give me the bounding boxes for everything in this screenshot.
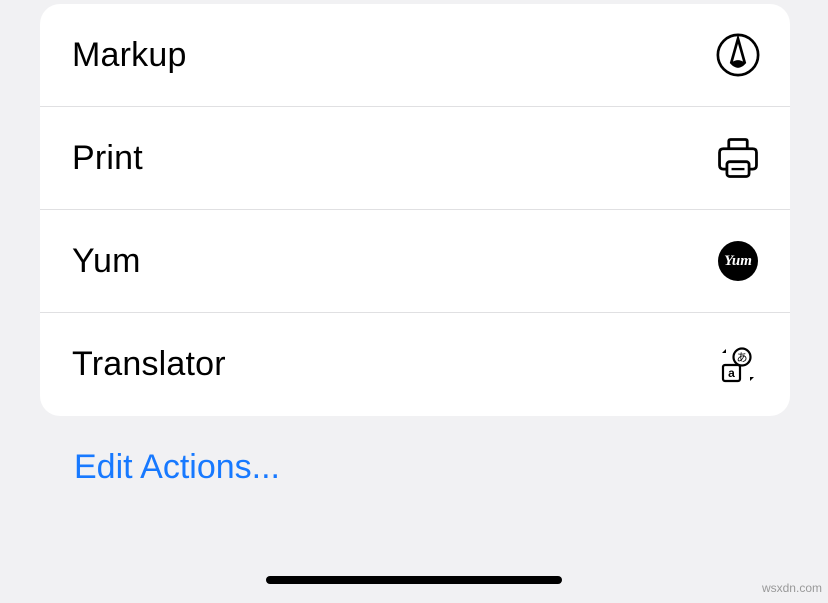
action-label: Markup (72, 36, 187, 75)
svg-text:あ: あ (737, 351, 748, 364)
action-label: Yum (72, 242, 141, 281)
translator-icon: あ a (714, 341, 762, 389)
yum-icon: Yum (714, 237, 762, 285)
action-label: Translator (72, 345, 226, 384)
home-indicator[interactable] (266, 576, 562, 584)
action-label: Print (72, 139, 143, 178)
action-print[interactable]: Print (40, 107, 790, 210)
markup-icon (714, 31, 762, 79)
action-translator[interactable]: Translator あ a (40, 313, 790, 416)
print-icon (714, 134, 762, 182)
watermark: wsxdn.com (762, 581, 822, 595)
yum-icon-text: Yum (724, 253, 752, 270)
action-yum[interactable]: Yum Yum (40, 210, 790, 313)
actions-list: Markup Print Yum Yum (40, 4, 790, 416)
edit-actions-link[interactable]: Edit Actions... (74, 448, 280, 487)
action-markup[interactable]: Markup (40, 4, 790, 107)
svg-text:a: a (728, 366, 735, 380)
